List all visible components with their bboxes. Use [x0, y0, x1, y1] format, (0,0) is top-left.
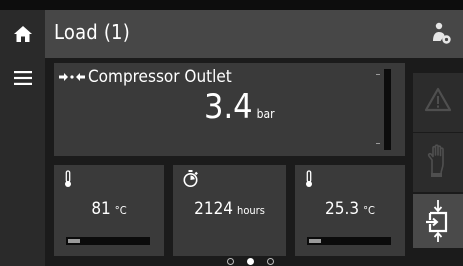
- warning-icon: [424, 87, 452, 112]
- main-reading-value-group: 3.4 bar: [204, 87, 275, 127]
- gauge-tick-bottom: [376, 143, 380, 144]
- load-unload-button[interactable]: [413, 194, 463, 248]
- tile-running-hours[interactable]: 2124 hours: [173, 165, 286, 256]
- tile-temperature-1[interactable]: 81 °C: [54, 165, 164, 256]
- thermometer-icon: [306, 170, 312, 187]
- load-unload-icon: [426, 200, 448, 242]
- main-reading-label: Compressor Outlet: [88, 67, 232, 87]
- top-strip: [0, 0, 463, 10]
- tile-value: 25.3 °C: [295, 199, 405, 219]
- page-indicator: [0, 257, 463, 266]
- tile-level-fill: [68, 239, 80, 243]
- service-glove-icon: [427, 144, 444, 177]
- alarm-button[interactable]: [413, 73, 463, 132]
- tile-value-number: 81: [91, 199, 111, 219]
- user-service-icon[interactable]: [431, 22, 453, 46]
- page-dot-active[interactable]: [247, 258, 254, 265]
- main-reading-value: 3.4: [204, 87, 253, 127]
- tile-temperature-2[interactable]: 25.3 °C: [295, 165, 405, 256]
- header-bar: Load (1): [45, 10, 463, 58]
- tile-value: 81 °C: [54, 199, 164, 219]
- tile-value: 2124 hours: [173, 199, 286, 219]
- vertical-gauge: [384, 69, 391, 150]
- page-title: Load (1): [54, 20, 130, 44]
- tile-value-unit: °C: [114, 204, 127, 217]
- tile-value-unit: hours: [237, 204, 265, 217]
- home-button[interactable]: [0, 10, 45, 58]
- hamburger-menu-icon: [13, 71, 32, 85]
- gauge-tick-top: [376, 74, 380, 75]
- tile-value-number: 25.3: [325, 199, 360, 219]
- tile-level-fill: [309, 239, 321, 243]
- main-reading-unit: bar: [256, 107, 275, 121]
- stopwatch-icon: [183, 170, 198, 187]
- tile-value-number: 2124: [194, 199, 234, 219]
- tile-level-bar: [66, 237, 150, 245]
- main-reading-panel[interactable]: Compressor Outlet 3.4 bar: [54, 63, 405, 156]
- tile-level-bar: [307, 237, 391, 245]
- page-dot[interactable]: [227, 258, 234, 265]
- home-icon: [13, 26, 32, 42]
- thermometer-icon: [65, 170, 71, 187]
- service-button[interactable]: [413, 133, 463, 192]
- menu-button[interactable]: [0, 58, 45, 98]
- page-dot[interactable]: [267, 258, 274, 265]
- tile-value-unit: °C: [363, 204, 375, 217]
- flow-arrows-icon: [59, 73, 85, 81]
